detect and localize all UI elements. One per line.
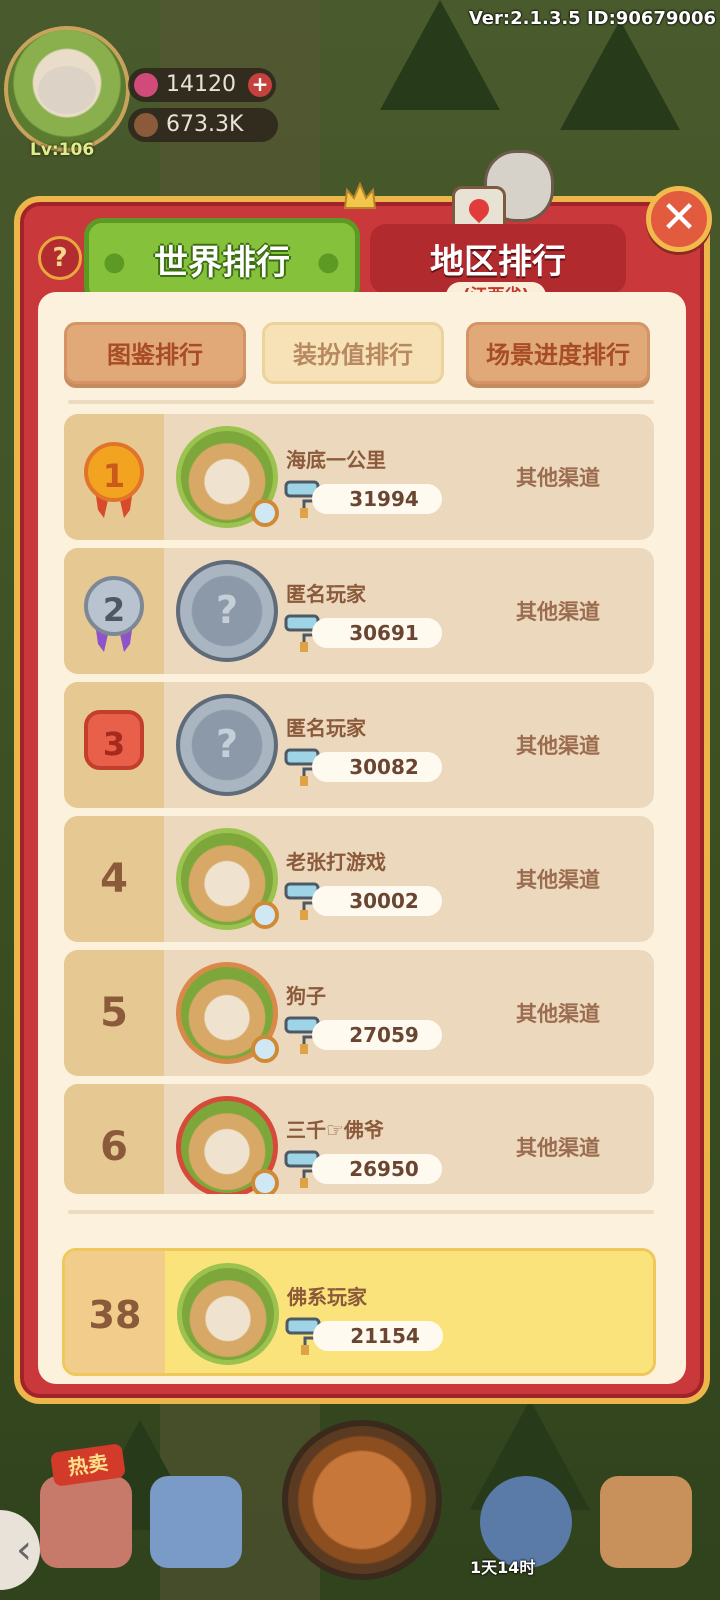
home-button[interactable]: [600, 1476, 692, 1568]
ranking-row[interactable]: 1 海底一公里 31994 其他渠道: [64, 414, 654, 540]
player-name: 狗子: [286, 984, 326, 1008]
magnifier-icon: [251, 901, 279, 929]
score-pill: 26950: [312, 1154, 442, 1184]
player-name: 匿名玩家: [286, 582, 366, 606]
shop-button[interactable]: [40, 1476, 132, 1568]
subtab-dressup-ranking[interactable]: 装扮值排行: [262, 322, 444, 384]
rank-number: 5: [100, 990, 128, 1036]
coin-value: 673.3K: [166, 112, 244, 137]
player-avatar[interactable]: [4, 26, 130, 152]
subtab-collection-ranking[interactable]: 图鉴排行: [64, 322, 246, 384]
gem-value: 14120: [166, 72, 236, 97]
player-avatar-frame[interactable]: [176, 828, 279, 930]
channel-label: 其他渠道: [516, 600, 600, 624]
player-level: Lv:106: [30, 140, 95, 160]
score-pill: 31994: [312, 484, 442, 514]
ranking-row[interactable]: 2 ? 匿名玩家 30691 其他渠道: [64, 548, 654, 674]
magnifier-icon: [251, 499, 279, 527]
gem-counter: 14120 +: [128, 68, 276, 102]
ranking-row[interactable]: 3 ? 匿名玩家 30082 其他渠道: [64, 682, 654, 808]
close-icon: ✕: [660, 192, 698, 243]
player-avatar-frame[interactable]: [176, 426, 279, 528]
channel-label: 其他渠道: [516, 466, 600, 490]
paw-icon: ●: [317, 247, 340, 277]
ranking-row[interactable]: 5 狗子 27059 其他渠道: [64, 950, 654, 1076]
score-pill: 30691: [312, 618, 442, 648]
silver-medal-icon: 2: [80, 572, 148, 652]
medal-rank: 2: [84, 576, 144, 636]
ranking-row[interactable]: 6 三千☞佛爷 26950 其他渠道: [64, 1084, 654, 1194]
player-name: 老张打游戏: [286, 850, 386, 874]
medal-rank: 3: [84, 710, 144, 770]
player-name: 匿名玩家: [286, 716, 366, 740]
player-name: 海底一公里: [286, 448, 386, 472]
gold-medal-icon: 1: [80, 438, 148, 518]
channel-label: 其他渠道: [516, 868, 600, 892]
tab-region-label: 地区排行: [430, 242, 566, 282]
close-button[interactable]: ✕: [646, 186, 712, 252]
divider: [68, 400, 654, 404]
score-pill: 30082: [312, 752, 442, 782]
ranking-row[interactable]: 4 老张打游戏 30002 其他渠道: [64, 816, 654, 942]
event-timer: 1天14时: [470, 1558, 536, 1577]
add-gems-button[interactable]: +: [248, 73, 272, 97]
nut-icon: [134, 113, 158, 137]
gem-icon: [134, 73, 158, 97]
score-pill: 30002: [312, 886, 442, 916]
player-avatar-frame[interactable]: [176, 962, 279, 1064]
version-label: Ver:2.1.3.5 ID:90679006: [468, 8, 716, 29]
subtab-scene-progress-ranking[interactable]: 场景进度排行: [466, 322, 650, 384]
my-player-name: 佛系玩家: [287, 1285, 367, 1309]
score-pill: 27059: [312, 1020, 442, 1050]
bronze-medal-icon: 3: [80, 706, 148, 778]
coin-counter: 673.3K: [128, 108, 278, 142]
acorn-main-button[interactable]: [282, 1420, 442, 1580]
channel-label: 其他渠道: [516, 1136, 600, 1160]
my-avatar-frame[interactable]: [177, 1263, 279, 1365]
player-avatar-frame[interactable]: [176, 1096, 279, 1194]
channel-label: 其他渠道: [516, 734, 600, 758]
my-score-pill: 21154: [313, 1321, 443, 1351]
tab-world-label: 世界排行: [154, 243, 290, 283]
my-rank-number: 38: [88, 1293, 142, 1337]
my-ranking-row[interactable]: 38 佛系玩家 21154: [62, 1248, 656, 1376]
crown-icon: [343, 182, 377, 209]
channel-label: 其他渠道: [516, 1002, 600, 1026]
medal-rank: 1: [84, 442, 144, 502]
anonymous-question-icon: ?: [215, 722, 239, 766]
anonymous-question-icon: ?: [215, 588, 239, 632]
magnifier-icon: [251, 1169, 279, 1194]
avatar-cat-face: [38, 66, 96, 114]
anonymous-avatar[interactable]: ?: [176, 560, 278, 662]
help-button[interactable]: ?: [38, 236, 82, 280]
anonymous-avatar[interactable]: ?: [176, 694, 278, 796]
rank-number: 6: [100, 1124, 128, 1170]
mail-button[interactable]: [150, 1476, 242, 1568]
divider: [68, 1210, 654, 1214]
player-name: 三千☞佛爷: [286, 1118, 384, 1142]
rank-number: 4: [100, 856, 128, 902]
magnifier-icon: [251, 1035, 279, 1063]
